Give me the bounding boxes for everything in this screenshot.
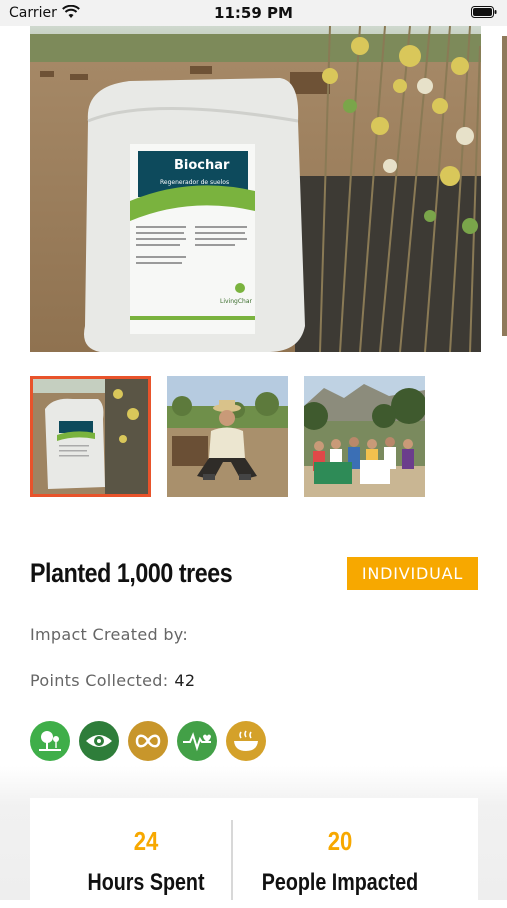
health-pulse-icon[interactable] — [177, 721, 217, 761]
infinity-icon[interactable] — [128, 721, 168, 761]
hours-spent-label: Hours Spent — [87, 869, 205, 896]
thumb-volunteer-planting[interactable] — [167, 376, 288, 497]
hero-image[interactable]: Biochar Regenerador de suelos LivingChar — [30, 26, 481, 352]
hours-spent-value: 24 — [133, 826, 159, 856]
people-impacted-value: 20 — [327, 826, 353, 856]
life-on-land-icon[interactable] — [30, 721, 70, 761]
thumb-biochar-bag[interactable] — [30, 376, 151, 497]
activity-title: Planted 1,000 trees — [30, 558, 233, 588]
bag-logo-text: LivingChar — [220, 298, 253, 305]
points-value: 42 — [174, 671, 196, 690]
points-collected: Points Collected: 42 — [30, 671, 195, 690]
activity-type-badge: INDIVIDUAL — [347, 557, 478, 590]
food-bowl-icon[interactable] — [226, 721, 266, 761]
impact-created-by-label: Impact Created by: — [30, 625, 189, 644]
bag-subtitle-text: Regenerador de suelos — [160, 179, 229, 186]
bag-brand-text: Biochar — [174, 158, 230, 173]
points-label: Points Collected: — [30, 671, 169, 690]
status-bar: Carrier 11:59 PM — [0, 0, 507, 26]
clock: 11:59 PM — [214, 4, 293, 22]
thumb-group-photo[interactable] — [304, 376, 425, 497]
next-image-peek[interactable] — [502, 36, 507, 336]
eye-icon[interactable] — [79, 721, 119, 761]
people-impacted-label: People Impacted — [261, 869, 419, 896]
battery-icon — [471, 6, 497, 18]
